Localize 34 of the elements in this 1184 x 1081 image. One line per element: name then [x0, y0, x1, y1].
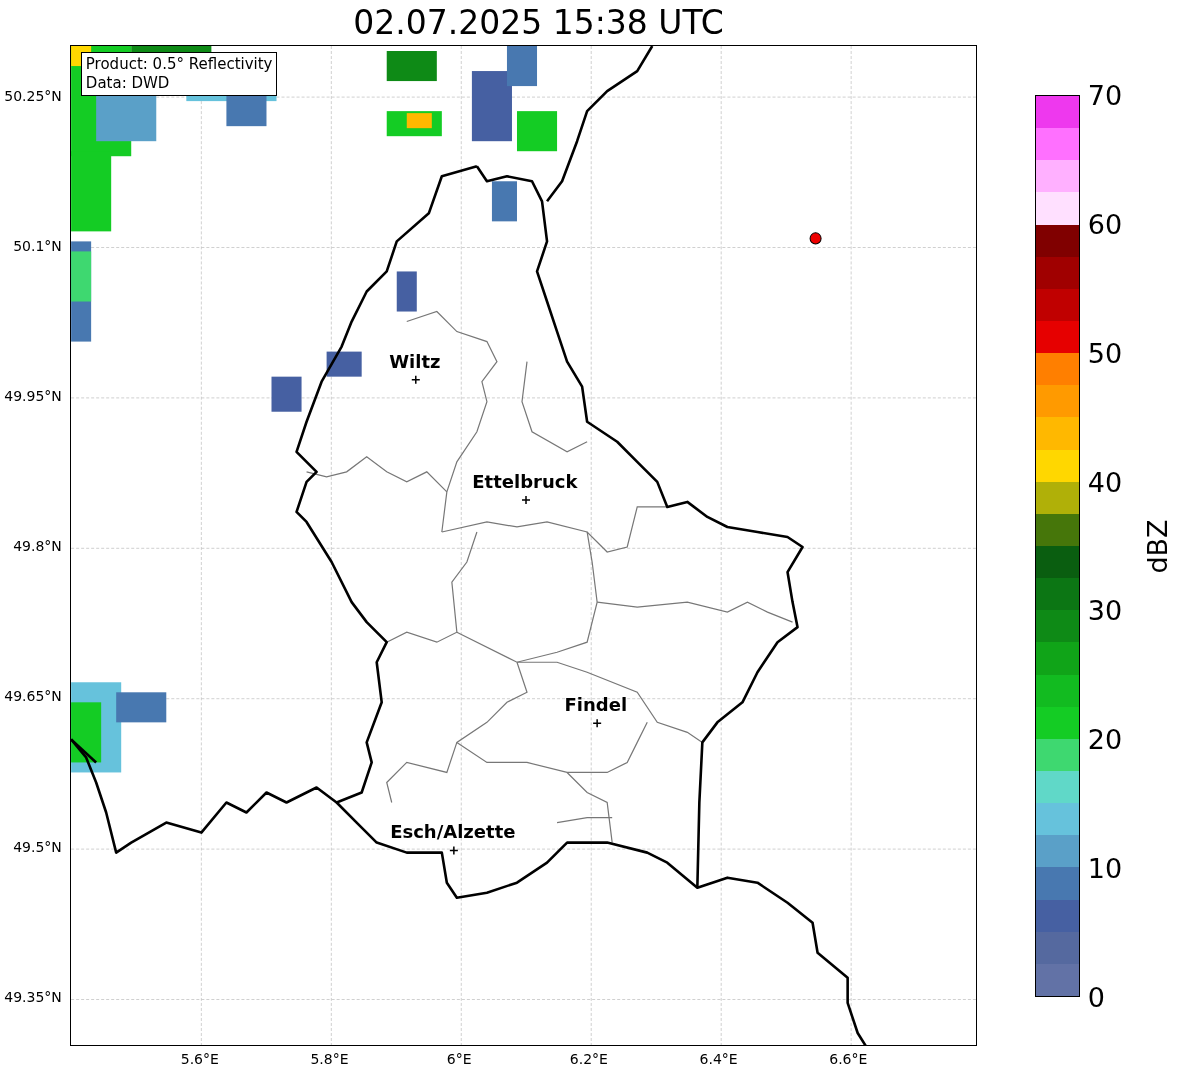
latitude-label: 49.8°N: [13, 539, 62, 554]
color-bar-tick: 60: [1087, 210, 1123, 238]
latitude-label: 50.1°N: [13, 239, 62, 254]
longitude-label: 5.6°E: [180, 1052, 219, 1066]
latitude-label: 49.65°N: [4, 689, 62, 704]
city-label: Wiltz: [389, 353, 441, 371]
radar-site-marker: [809, 232, 822, 245]
city-marker: [521, 495, 531, 505]
city-marker: [448, 845, 459, 856]
color-bar-tick: 40: [1087, 468, 1123, 496]
chart-title: 02.07.2025 15:38 UTC: [353, 6, 724, 39]
city-label: Ettelbruck: [472, 473, 578, 491]
color-bar-tick: 10: [1087, 854, 1123, 882]
color-bar-tick: 50: [1087, 339, 1123, 367]
color-bar-tick: 20: [1087, 725, 1123, 753]
longitude-label: 6.6°E: [829, 1052, 868, 1066]
latitude-label: 49.95°N: [4, 389, 62, 404]
info-text: Product: 0.5° Reflectivity: [85, 55, 273, 74]
latitude-label: 49.35°N: [4, 989, 62, 1004]
city-marker: [410, 374, 421, 385]
latitude-label: 49.5°N: [13, 839, 62, 854]
city-label: Esch/Alzette: [390, 823, 516, 841]
color-bar-label: dBZ: [1143, 518, 1171, 574]
latitude-label: 50.25°N: [4, 89, 62, 103]
city-marker: [592, 718, 602, 729]
color-bar-tick: 0: [1087, 983, 1105, 1011]
info-text: Data: DWD: [85, 74, 171, 93]
longitude-label: 5.8°E: [310, 1052, 349, 1066]
color-bar-tick: 30: [1087, 596, 1123, 624]
longitude-label: 6°E: [446, 1052, 472, 1066]
color-bar-tick: 70: [1087, 81, 1123, 109]
longitude-label: 6.4°E: [699, 1052, 738, 1066]
longitude-label: 6.2°E: [569, 1052, 608, 1066]
city-label: Findel: [564, 696, 628, 714]
